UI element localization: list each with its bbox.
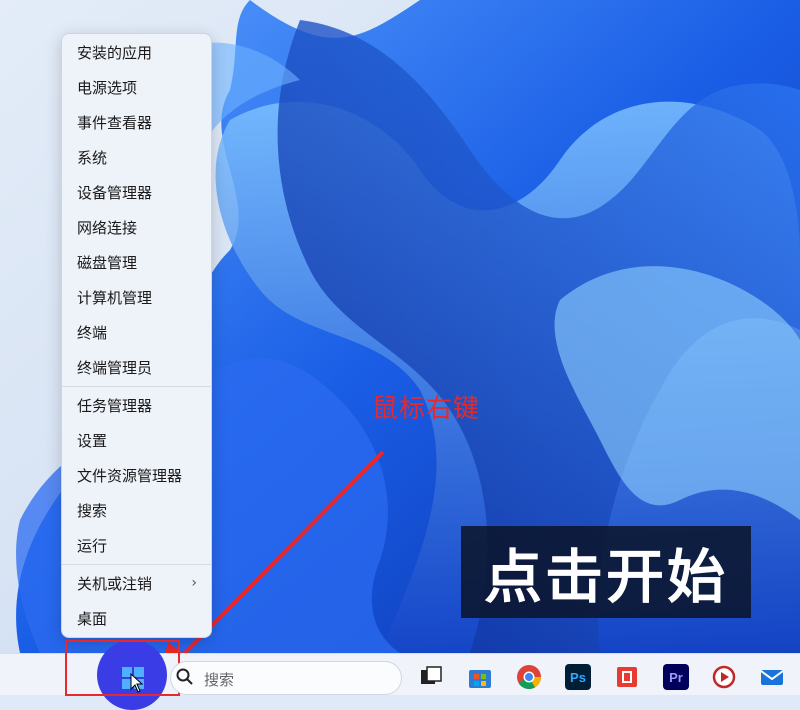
menu-item-system[interactable]: 系统	[62, 141, 211, 173]
menu-item-installed-apps[interactable]: 安装的应用	[62, 36, 211, 68]
photoshop-icon[interactable]: Ps	[565, 664, 591, 690]
menu-item-settings[interactable]: 设置	[62, 424, 211, 456]
menu-item-label: 运行	[77, 536, 108, 555]
menu-item-search[interactable]: 搜索	[62, 494, 211, 526]
menu-item-desktop[interactable]: 桌面	[62, 602, 211, 634]
menu-item-label: 计算机管理	[77, 288, 153, 307]
menu-item-computer-management[interactable]: 计算机管理	[62, 281, 211, 313]
start-context-menu: 安装的应用 电源选项 事件查看器 系统 设备管理器 网络连接 磁盘管理 计算机管…	[61, 33, 212, 638]
mail-icon[interactable]	[759, 664, 785, 690]
menu-item-network-connections[interactable]: 网络连接	[62, 211, 211, 243]
menu-item-disk-management[interactable]: 磁盘管理	[62, 246, 211, 278]
menu-item-label: 文件资源管理器	[77, 466, 183, 485]
chrome-icon[interactable]	[516, 664, 542, 690]
menu-item-label: 关机或注销	[77, 574, 153, 593]
premiere-icon[interactable]: Pr	[663, 664, 689, 690]
search-icon	[176, 668, 193, 685]
menu-item-label: 终端管理员	[77, 358, 153, 377]
menu-separator	[62, 386, 211, 387]
task-view-icon[interactable]	[418, 664, 444, 690]
menu-item-label: 设置	[77, 431, 108, 450]
menu-item-label: 电源选项	[77, 78, 138, 97]
photoshop-icon-label: Ps	[570, 669, 586, 685]
menu-item-label: 网络连接	[77, 218, 138, 237]
menu-item-label: 事件查看器	[77, 113, 153, 132]
highlight-rectangle	[65, 640, 180, 696]
menu-item-label: 桌面	[77, 609, 108, 628]
caption-text: 点击开始	[483, 543, 728, 611]
menu-item-task-manager[interactable]: 任务管理器	[62, 389, 211, 421]
right-click-annotation: 鼠标右键	[372, 394, 481, 424]
menu-item-label: 搜索	[77, 501, 108, 520]
chevron-right-icon: ›	[191, 575, 197, 591]
caption-box: 点击开始	[461, 526, 751, 618]
menu-item-power-options[interactable]: 电源选项	[62, 71, 211, 103]
menu-item-terminal[interactable]: 终端	[62, 316, 211, 348]
menu-item-shutdown-signout[interactable]: 关机或注销 ›	[62, 567, 211, 599]
menu-item-device-manager[interactable]: 设备管理器	[62, 176, 211, 208]
menu-item-label: 任务管理器	[77, 396, 153, 415]
menu-item-label: 安装的应用	[77, 43, 153, 62]
menu-item-label: 系统	[77, 148, 108, 167]
media-player-icon[interactable]	[711, 664, 737, 690]
menu-item-label: 终端	[77, 323, 108, 342]
menu-item-label: 磁盘管理	[77, 253, 138, 272]
menu-separator	[62, 564, 211, 565]
microsoft-store-icon[interactable]	[467, 664, 493, 690]
menu-item-terminal-admin[interactable]: 终端管理员	[62, 351, 211, 383]
menu-item-run[interactable]: 运行	[62, 529, 211, 561]
menu-item-file-explorer[interactable]: 文件资源管理器	[62, 459, 211, 491]
menu-item-event-viewer[interactable]: 事件查看器	[62, 106, 211, 138]
wps-icon[interactable]	[614, 664, 640, 690]
search-placeholder: 搜索	[204, 671, 235, 689]
premiere-icon-label: Pr	[669, 669, 683, 685]
menu-item-label: 设备管理器	[77, 183, 153, 202]
